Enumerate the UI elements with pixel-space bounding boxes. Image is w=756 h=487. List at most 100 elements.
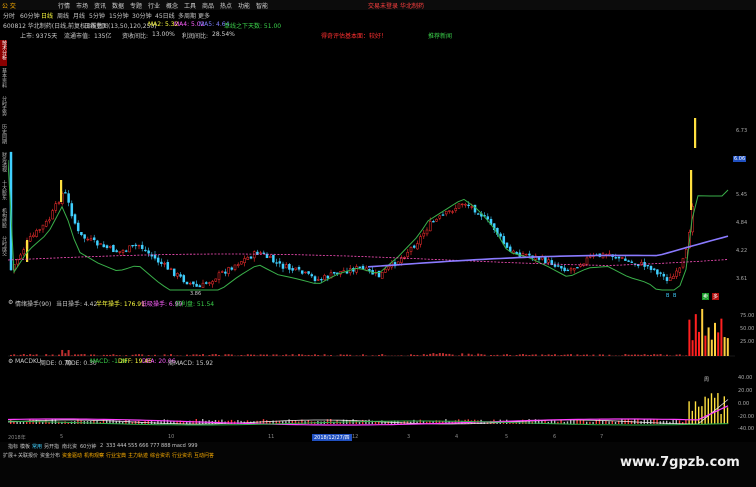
ind1-bar [349, 354, 352, 356]
ind1-tick: 75.00 [740, 313, 755, 319]
ind1-bar [506, 354, 508, 356]
recommend-news[interactable]: 推荐新闻 [428, 31, 452, 40]
ind1-bar [685, 355, 688, 356]
ext-qa[interactable]: 互动问答 [194, 452, 214, 459]
menu-item-news[interactable]: 资讯 [94, 1, 106, 10]
ext-inst[interactable]: 机构观察 [84, 452, 104, 459]
ext-industry[interactable]: 行业宝典 [106, 452, 126, 459]
left-nav-item-basic[interactable]: 基本资料 [0, 68, 7, 94]
ma-settings[interactable]: 日线主图(13,50,120,250) [84, 21, 157, 30]
ind1-axis: 75.00 50.00 25.00 [740, 307, 756, 357]
ind1-bar [627, 354, 630, 356]
left-nav-item-holders[interactable]: 十大股东 [0, 180, 7, 206]
candle-body [92, 237, 96, 240]
ind1-bar [675, 354, 678, 356]
ext-fund-dist[interactable]: 资金分布 [40, 452, 60, 459]
left-nav-item-minute[interactable]: 分时走势 [0, 96, 7, 122]
left-nav-item-tech[interactable]: 技术分析 [0, 40, 7, 66]
candle-body [332, 271, 336, 274]
ind1-bar [502, 354, 505, 356]
period-60min[interactable]: 60分钟 [20, 11, 40, 20]
period-15min[interactable]: 15分钟 [109, 11, 129, 20]
menu-item-market[interactable]: 市场 [76, 1, 88, 10]
menu-item-topics[interactable]: 专题 [130, 1, 142, 10]
signal-candle [60, 180, 63, 202]
period-30min[interactable]: 30分钟 [132, 11, 152, 20]
ind1-bar [198, 354, 201, 356]
tab-333[interactable]: 333 [106, 443, 116, 449]
candle-body [291, 268, 294, 271]
ind2-name[interactable]: MACDKU [15, 358, 41, 365]
menu-item-smart[interactable]: 智能 [256, 1, 268, 10]
candle-body [524, 253, 528, 256]
candlestick-chart[interactable] [8, 40, 735, 297]
tab-common[interactable]: 常用 [32, 443, 42, 450]
ind1-bar [90, 354, 92, 356]
period-more[interactable]: 更多 [198, 11, 210, 20]
left-nav-item-inst[interactable]: 机构持股 [0, 208, 7, 234]
period-month[interactable]: 月线 [73, 11, 85, 20]
ind2-chart[interactable] [8, 366, 735, 434]
candle-body [275, 262, 278, 264]
login-status[interactable]: 交易未登录 [368, 1, 398, 10]
ext-ind-news[interactable]: 行业资讯 [172, 452, 192, 459]
candle-body [460, 203, 464, 206]
left-nav-item-history[interactable]: 历史同期 [0, 124, 7, 150]
tab-indicator[interactable]: 指标 [8, 443, 18, 450]
menu-item-tools[interactable]: 工具 [184, 1, 196, 10]
tab-template[interactable]: 模板 [20, 443, 30, 450]
menu-item-industry[interactable]: 行业 [148, 1, 160, 10]
menu-item-hot[interactable]: 热点 [220, 1, 232, 10]
time-tick: 7 [600, 434, 604, 440]
candles [9, 118, 697, 288]
period-multi[interactable]: 多周期 [178, 11, 196, 20]
tab-999[interactable]: 999 [188, 443, 198, 449]
ind1-bar [608, 354, 611, 356]
menu-item-goods[interactable]: 商品 [202, 1, 214, 10]
ext-main-track[interactable]: 主力轨迹 [128, 452, 148, 459]
ind1-chart[interactable] [8, 307, 735, 357]
ext-related[interactable]: 关联报价 [18, 452, 38, 459]
price-tick: 3.61 [736, 276, 748, 282]
candle-body [182, 275, 186, 283]
ind1-bar [307, 354, 310, 356]
candle-body [355, 266, 358, 273]
ind1-bar [547, 354, 550, 356]
ind1-bar [435, 354, 438, 356]
left-nav-item-finance[interactable]: 财务透视 [0, 152, 7, 178]
ind1-bar [262, 354, 265, 356]
candle-body [259, 252, 262, 254]
period-45day[interactable]: 45日线 [155, 11, 175, 20]
left-nav-item-trades[interactable]: 分时成交 [0, 236, 7, 262]
period-minute[interactable]: 分时 [3, 11, 15, 20]
ind1-bar [438, 353, 441, 356]
tab-888[interactable]: 888 [161, 443, 171, 449]
tab-60min[interactable]: 60分钟 [80, 443, 96, 450]
menu-item-function[interactable]: 功能 [238, 1, 250, 10]
tab-macd[interactable]: macd [172, 443, 186, 449]
tab-666[interactable]: 666 [139, 443, 149, 449]
period-5min[interactable]: 5分钟 [89, 11, 105, 20]
ind1-settings-icon[interactable]: ⚙ [8, 299, 13, 306]
menu-item-quotes[interactable]: 行情 [58, 1, 70, 10]
candle-body [572, 268, 576, 271]
ext-fund-drive[interactable]: 资金驱动 [62, 452, 82, 459]
ext-news[interactable]: 综合资讯 [150, 452, 170, 459]
ext-expand[interactable]: 扩展+ [3, 452, 17, 459]
period-day[interactable]: 日线 [41, 11, 53, 20]
ind1-bar [621, 355, 624, 356]
ind1-bar [582, 354, 585, 356]
ind1-bar [106, 354, 108, 356]
price-axis: 6.73 6.06 5.45 4.84 4.22 3.61 [733, 40, 756, 298]
tab-2[interactable]: 2 [100, 443, 103, 449]
ind2-settings-icon[interactable]: ⚙ [8, 358, 13, 365]
tab-444[interactable]: 444 [117, 443, 127, 449]
tab-open[interactable]: 另开指 [44, 443, 59, 450]
menu-item-concept[interactable]: 概念 [166, 1, 178, 10]
tab-555[interactable]: 555 [128, 443, 138, 449]
tab-northsouth[interactable]: 南北资 [62, 443, 77, 450]
tab-777[interactable]: 777 [150, 443, 160, 449]
menu-item-data[interactable]: 数据 [112, 1, 124, 10]
candle-body [188, 282, 192, 285]
period-week[interactable]: 周线 [57, 11, 69, 20]
